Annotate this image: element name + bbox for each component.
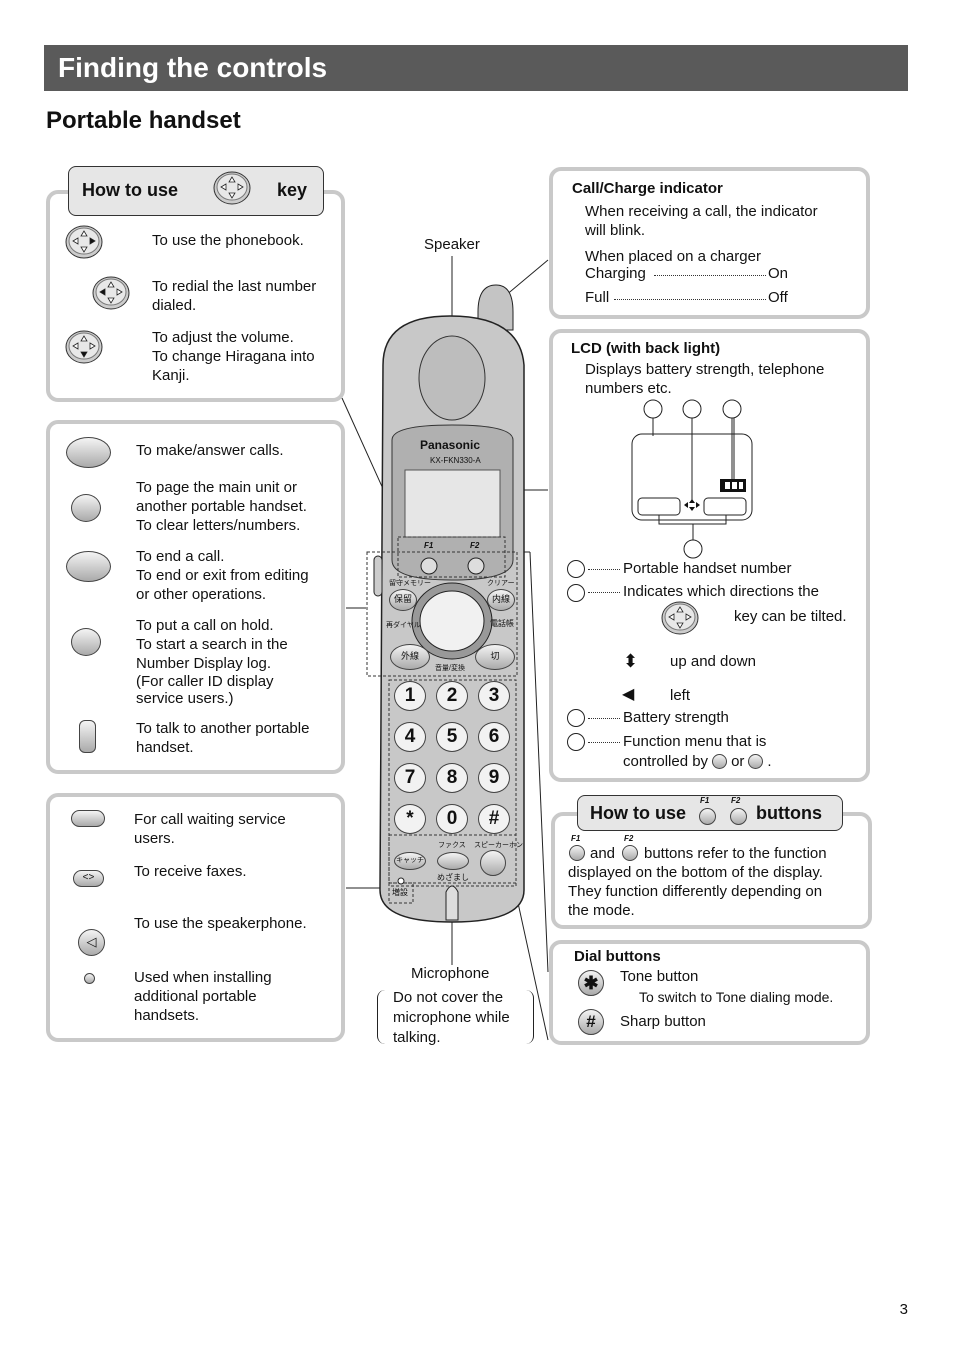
key-0[interactable]: 1 (394, 681, 426, 711)
tone-desc: To switch to Tone dialing mode. (639, 989, 834, 1005)
updown-label: up and down (670, 653, 756, 670)
charging-label: Charging (585, 265, 646, 282)
fbuttons-header: How to use F1 F2 buttons (577, 795, 843, 831)
fbuttons-desc: displayed on the bottom of the display. T… (568, 864, 823, 919)
memo-label: 留守メモリー (389, 580, 431, 587)
key-3[interactable]: 4 (394, 722, 426, 752)
key-11[interactable]: # (478, 804, 510, 834)
fbuttons-desc-1: buttons refer to the function (644, 845, 827, 862)
key-5[interactable]: 6 (478, 722, 510, 752)
sharp-label: Sharp button (620, 1013, 706, 1030)
microphone-label: Microphone (411, 965, 490, 982)
legend-directions: Indicates which directions the (623, 583, 819, 600)
lcd-title: LCD (with back light) (571, 340, 721, 357)
key-7[interactable]: 8 (436, 763, 468, 793)
lcd-diagram (631, 399, 753, 559)
model-number: KX-FKN330-A (430, 456, 481, 465)
full-label: Full (585, 289, 610, 306)
legend-circle-2 (567, 584, 585, 602)
speaker-jp-label: スピーカーホン (474, 842, 523, 849)
key-6[interactable]: 7 (394, 763, 426, 793)
legend-handset-number: Portable handset number (623, 560, 792, 577)
f1-button-icon (699, 808, 716, 825)
fax-label: ファクス (438, 842, 466, 849)
f1-label: F1 (700, 796, 710, 805)
legend-circle-4 (567, 733, 585, 751)
legend-function-menu: Function menu that is (623, 733, 767, 750)
header-left: How to use (590, 803, 687, 823)
key-4[interactable]: 5 (436, 722, 468, 752)
f1-button-icon (712, 754, 728, 769)
left-label: left (670, 687, 691, 704)
f1-button-icon (569, 845, 585, 861)
page-number: 3 (899, 1301, 908, 1318)
key-2[interactable]: 3 (478, 681, 510, 711)
f2-label: F2 (470, 541, 480, 550)
f2-button-icon (748, 754, 764, 769)
key-10[interactable]: 0 (436, 804, 468, 834)
phonebook-label: 電話帳 (490, 619, 514, 628)
legend-function-cont: controlled by or. (623, 753, 772, 770)
sharp-button-icon: # (578, 1009, 604, 1035)
key-8[interactable]: 9 (478, 763, 510, 793)
indicator-title: Call/Charge indicator (572, 180, 723, 197)
key-1[interactable]: 2 (436, 681, 468, 711)
key-9[interactable]: * (394, 804, 426, 834)
and-text: and (590, 845, 616, 862)
legend-directions-cont: key can be tilted. (734, 608, 847, 625)
tone-label: Tone button (620, 968, 699, 985)
legend-circle-1 (567, 560, 585, 578)
redial-label: 再ダイヤル (386, 622, 421, 629)
f2-button-icon (622, 845, 638, 861)
talk-key[interactable]: 外線 (390, 644, 430, 670)
f2-label: F2 (624, 834, 634, 843)
header-right: buttons (756, 803, 822, 823)
brand-logo: Panasonic (420, 438, 481, 452)
charging-value: On (768, 265, 789, 282)
updown-arrow-icon: ⬍ (623, 651, 639, 671)
f2-label: F2 (731, 796, 741, 805)
off-key[interactable]: 切 (475, 644, 515, 670)
clear-label: クリアー (487, 580, 515, 587)
volume-label: 音量/変換 (435, 665, 465, 672)
microphone-note: Do not cover the microphone while talking. (393, 989, 510, 1046)
tone-button-icon: ✱ (578, 970, 604, 996)
legend-battery: Battery strength (623, 709, 729, 726)
f1-label: F1 (571, 834, 581, 843)
dial-title: Dial buttons (574, 948, 661, 965)
left-arrow-icon: ◀ (622, 686, 635, 703)
alarm-label: めざまし (437, 873, 469, 882)
fax-key[interactable] (437, 852, 469, 870)
intercom-key[interactable]: 内線 (487, 589, 515, 611)
f2-button-icon (730, 808, 747, 825)
f1-label: F1 (424, 541, 434, 550)
hold-key[interactable]: 保留 (389, 589, 417, 611)
lcd-desc: Displays battery strength, telephone numb… (585, 361, 825, 397)
indicator-desc: When receiving a call, the indicator will… (585, 203, 818, 239)
navkey-icon (661, 601, 699, 635)
full-value: Off (768, 289, 788, 306)
legend-circle-3 (567, 709, 585, 727)
catch-key[interactable]: キャッチ (394, 852, 426, 870)
speaker-key[interactable] (480, 850, 506, 876)
add-label: 増設 (392, 888, 408, 897)
